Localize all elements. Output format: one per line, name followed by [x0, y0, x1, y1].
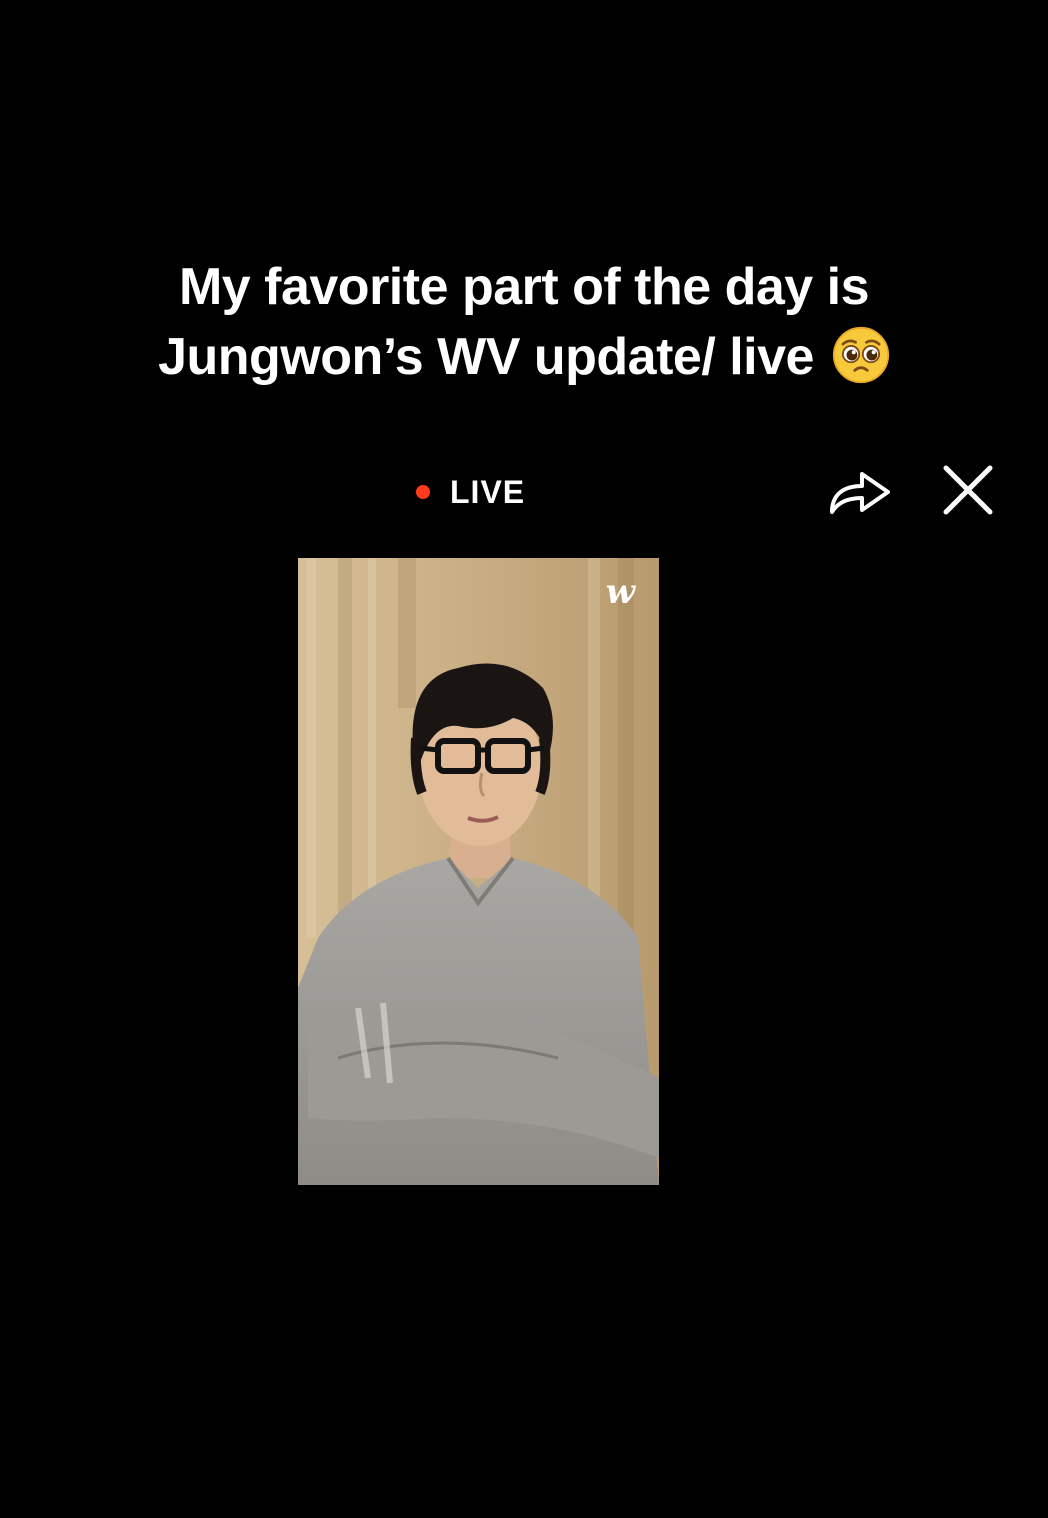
live-indicator: LIVE: [416, 472, 525, 512]
caption-text: My favorite part of the day is Jungwon’s…: [60, 252, 988, 392]
video-still-image: [298, 558, 659, 1185]
caption-line-2-wrap: Jungwon’s WV update/ live: [60, 322, 988, 392]
close-x-icon: [943, 465, 993, 515]
share-button[interactable]: [826, 462, 894, 518]
share-arrow-icon: [830, 472, 890, 514]
pleading-face-emoji-icon: [832, 326, 889, 384]
caption-line-2: Jungwon’s WV update/ live: [158, 328, 814, 386]
caption-line-1: My favorite part of the day is: [178, 258, 870, 316]
close-button[interactable]: [940, 462, 996, 518]
weverse-logo-icon: w: [605, 572, 635, 612]
live-label: LIVE: [450, 473, 526, 510]
live-dot-icon: [416, 485, 430, 499]
live-video-frame[interactable]: w: [298, 558, 659, 1185]
